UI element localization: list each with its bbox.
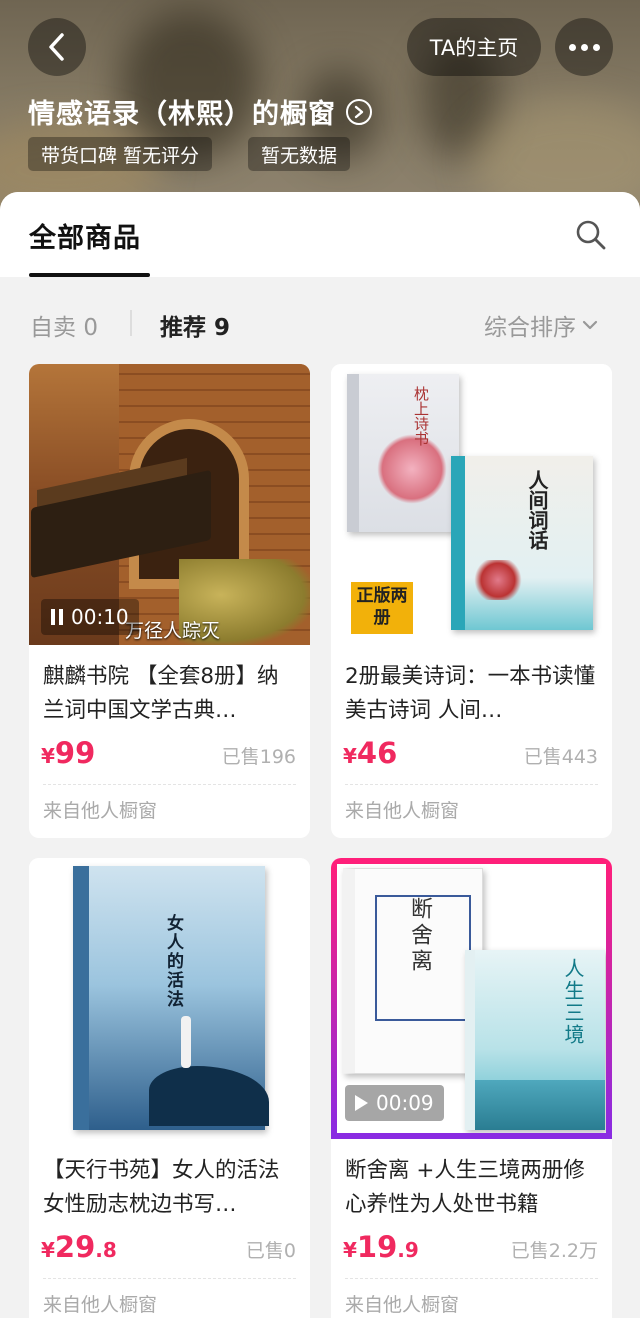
book-cover: 人间词话 xyxy=(451,456,593,630)
shop-title-row[interactable]: 情感语录（林熙）的橱窗 xyxy=(28,92,372,131)
product-price: ¥29.8 xyxy=(41,1230,117,1264)
tab-all-products[interactable]: 全部商品 xyxy=(29,216,141,255)
play-icon xyxy=(355,1095,368,1111)
product-card[interactable]: 女人的活法 【天行书苑】女人的活法女性励志枕边书写… ¥29.8 已售0 来自他… xyxy=(29,858,310,1318)
more-dots-icon xyxy=(568,43,600,51)
filter-divider xyxy=(130,310,132,336)
product-source: 来自他人橱窗 xyxy=(43,1294,158,1316)
genuine-badge: 正版两册 xyxy=(351,582,413,634)
book-cover: 断舍离 xyxy=(343,868,483,1074)
chevron-left-icon xyxy=(49,33,64,61)
product-title: 断舍离 +人生三境两册修心养性为人处世书籍 xyxy=(345,1158,585,1217)
product-title: 【天行书苑】女人的活法女性励志枕边书写… xyxy=(43,1158,280,1217)
filter-row: 自卖 0 推荐 9 综合排序 xyxy=(0,296,640,352)
sold-count: 已售0 xyxy=(245,1240,296,1262)
sort-dropdown[interactable]: 综合排序 xyxy=(484,308,598,342)
product-sheet: 全部商品 自卖 0 推荐 9 综合排序 万径人踪灭 00:10 麒麟书院 【全套… xyxy=(0,192,640,1318)
sold-count: 已售443 xyxy=(523,746,598,768)
product-source: 来自他人橱窗 xyxy=(43,800,158,822)
product-title: 2册最美诗词：一本书读懂美古诗词 人间… xyxy=(345,664,596,723)
video-duration-badge[interactable]: 00:09 xyxy=(345,1085,444,1121)
product-price: ¥19.9 xyxy=(343,1230,419,1264)
homepage-button[interactable]: TA的主页 xyxy=(407,18,541,76)
chevron-right-circle-icon xyxy=(346,98,372,125)
book-cover: 女人的活法 xyxy=(73,866,269,1130)
shop-title: 情感语录（林熙）的橱窗 xyxy=(28,99,336,130)
video-duration-badge[interactable]: 00:10 xyxy=(41,599,139,635)
sold-count: 已售2.2万 xyxy=(510,1240,598,1262)
product-title: 麒麟书院 【全套8册】纳兰词中国文学古典… xyxy=(43,664,279,723)
tab-bar: 全部商品 xyxy=(0,192,640,277)
sold-count: 已售196 xyxy=(221,746,296,768)
book-cover: 枕上诗书 xyxy=(347,374,459,532)
data-tag: 暂无数据 xyxy=(248,137,351,171)
book-cover: 人生三境 xyxy=(465,950,605,1130)
product-video-thumbnail[interactable]: 断舍离 人生三境 00:09 xyxy=(331,858,612,1139)
product-source: 来自他人橱窗 xyxy=(345,1294,460,1316)
back-button[interactable] xyxy=(28,18,86,76)
chevron-down-icon xyxy=(582,320,598,330)
more-button[interactable] xyxy=(555,18,613,76)
search-icon xyxy=(576,220,606,250)
product-card[interactable]: 断舍离 人生三境 00:09 断舍离 +人生三境两册修心养性为人处世书籍 ¥19… xyxy=(331,858,612,1318)
filter-self-sell[interactable]: 自卖 0 xyxy=(30,308,98,342)
product-image[interactable]: 女人的活法 xyxy=(29,858,310,1139)
filter-recommend[interactable]: 推荐 9 xyxy=(160,308,230,342)
product-card[interactable]: 万径人踪灭 00:10 麒麟书院 【全套8册】纳兰词中国文学古典… ¥99 已售… xyxy=(29,364,310,838)
product-price: ¥99 xyxy=(41,736,96,770)
tab-active-indicator xyxy=(29,273,150,277)
product-image[interactable]: 枕上诗书 人间词话 正版两册 xyxy=(331,364,612,645)
product-video-thumbnail[interactable]: 万径人踪灭 00:10 xyxy=(29,364,310,645)
product-price: ¥46 xyxy=(343,736,398,770)
pause-icon xyxy=(51,609,63,625)
product-source: 来自他人橱窗 xyxy=(345,800,460,822)
reputation-tag: 带货口碑 暂无评分 xyxy=(28,137,213,171)
search-button[interactable] xyxy=(574,218,608,252)
product-card[interactable]: 枕上诗书 人间词话 正版两册 2册最美诗词：一本书读懂美古诗词 人间… ¥46 … xyxy=(331,364,612,838)
video-caption: 万径人踪灭 xyxy=(125,620,221,642)
